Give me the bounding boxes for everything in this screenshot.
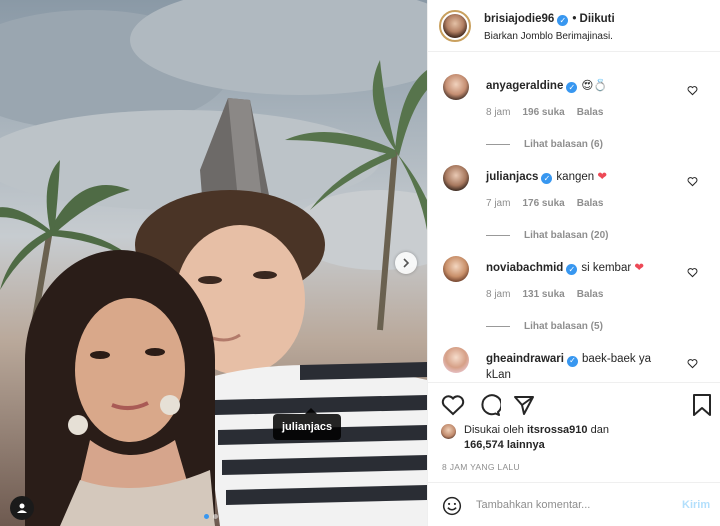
follow-status[interactable]: • Diikuti — [572, 13, 614, 25]
comment-composer: Kirim — [428, 482, 720, 526]
show-tags-button[interactable] — [10, 496, 34, 520]
commenter-avatar[interactable] — [443, 256, 469, 282]
comment-input[interactable] — [476, 496, 666, 514]
post-location[interactable]: Biarkan Jomblo Berimajinasi. — [484, 31, 613, 42]
author-avatar[interactable] — [439, 10, 471, 42]
verified-icon: ✓ — [566, 82, 578, 93]
photo-user-tag[interactable]: julianjacs — [273, 408, 342, 440]
commenter-avatar[interactable] — [443, 347, 469, 373]
comment-time[interactable]: 8 jam — [486, 107, 510, 118]
comment-text: 😍💍 — [581, 80, 608, 92]
comment-body: anyageraldine ✓ 😍💍 — [486, 78, 608, 93]
bookmark-icon[interactable] — [692, 394, 712, 416]
author-username[interactable]: brisiajodie96 — [484, 13, 554, 25]
post-comment-button[interactable]: Kirim — [682, 499, 710, 511]
action-bar — [428, 382, 720, 428]
comment-icon[interactable] — [478, 394, 501, 416]
heart-emoji: ❤ — [634, 262, 645, 274]
comment-item: anyageraldine ✓ 😍💍 8 jam 196 suka Balas Liha… — [428, 52, 720, 150]
comment-body: noviabachmid ✓ si kembar ❤ — [486, 260, 644, 275]
carousel-indicator — [204, 514, 218, 519]
next-photo-button[interactable] — [395, 252, 417, 274]
heart-icon[interactable] — [687, 85, 698, 96]
verified-icon: ✓ — [557, 15, 569, 26]
heart-icon[interactable] — [441, 394, 465, 416]
chevron-right-icon — [403, 258, 410, 268]
carousel-dot — [204, 514, 209, 519]
heart-emoji: ❤ — [597, 171, 607, 183]
commenter-avatar[interactable] — [443, 165, 469, 191]
commenter-username[interactable]: anyageraldine — [486, 80, 563, 92]
verified-icon: ✓ — [541, 173, 553, 184]
user-icon — [17, 503, 27, 513]
heart-icon[interactable] — [687, 267, 698, 278]
comment-text: kangen — [556, 171, 595, 183]
comment-text: si kembar — [581, 262, 632, 274]
verified-icon: ✓ — [566, 355, 578, 367]
post-header: brisiajodie96 ✓ • Diikuti Biarkan Jomblo B… — [428, 0, 720, 52]
heart-icon[interactable] — [687, 358, 698, 369]
verified-icon: ✓ — [566, 264, 578, 275]
comment-time[interactable]: 7 jam — [486, 198, 510, 209]
reply-button[interactable]: Balas — [577, 289, 604, 300]
liker-avatar[interactable] — [441, 424, 456, 439]
author-line: brisiajodie96 ✓ • Diikuti — [484, 13, 615, 26]
commenter-avatar[interactable] — [443, 74, 469, 100]
likes-conj: dan — [590, 424, 609, 436]
smile-icon[interactable] — [442, 496, 462, 516]
comment-item: julianjacs ✓ kangen ❤ 7 jam 176 suka Balas L… — [428, 143, 720, 241]
commenter-username[interactable]: julianjacs — [486, 171, 538, 183]
likes-summary: Disukai oleh itsrossa910 dan 166,574 lai… — [441, 423, 609, 453]
comment-item: noviabachmid ✓ si kembar ❤ 8 jam 131 suka Ba… — [428, 234, 720, 332]
likes-text: Disukai oleh itsrossa910 dan 166,574 lai… — [464, 423, 609, 453]
reply-button[interactable]: Balas — [577, 198, 604, 209]
likes-prefix: Disukai oleh — [464, 424, 524, 436]
heart-icon[interactable] — [687, 176, 698, 187]
comment-time[interactable]: 8 jam — [486, 289, 510, 300]
reply-button[interactable]: Balas — [577, 107, 604, 118]
comment-meta: 7 jam 176 suka Balas — [486, 198, 615, 209]
comment-likes[interactable]: 196 suka — [522, 107, 564, 118]
liker-username[interactable]: itsrossa910 — [527, 424, 588, 436]
comment-list: anyageraldine ✓ 😍💍 8 jam 196 suka Balas Liha… — [428, 52, 720, 379]
carousel-dot — [213, 514, 218, 519]
commenter-username[interactable]: noviabachmid — [486, 262, 563, 274]
share-icon[interactable] — [513, 394, 535, 416]
post-timestamp[interactable]: 8 JAM YANG LALU — [442, 462, 520, 472]
photo-scene — [0, 0, 427, 526]
comment-item: gheaindrawari ✓ baek-baek ya kLan — [428, 325, 720, 379]
comment-likes[interactable]: 131 suka — [522, 289, 564, 300]
likes-count[interactable]: 166,574 lainnya — [464, 439, 545, 451]
commenter-username[interactable]: gheaindrawari — [486, 353, 564, 365]
comment-body: gheaindrawari ✓ baek-baek ya kLan — [486, 351, 676, 379]
comment-meta: 8 jam 131 suka Balas — [486, 289, 615, 300]
post-photo[interactable]: julianjacs — [0, 0, 427, 526]
post-side-panel: brisiajodie96 ✓ • Diikuti Biarkan Jomblo B… — [427, 0, 720, 526]
comment-meta: 8 jam 196 suka Balas — [486, 107, 615, 118]
comment-body: julianjacs ✓ kangen ❤ — [486, 169, 607, 184]
comment-likes[interactable]: 176 suka — [522, 198, 564, 209]
